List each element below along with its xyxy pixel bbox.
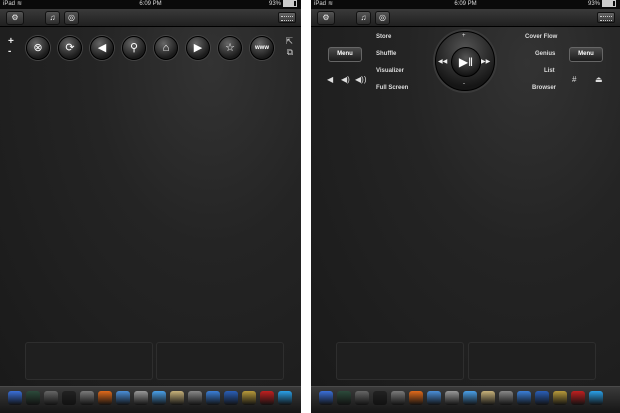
home-icon[interactable]: ⌂: [154, 36, 178, 60]
dock-app-icon[interactable]: [445, 391, 459, 405]
dock-app-icon[interactable]: [517, 391, 531, 405]
volume-up-icon[interactable]: ◀)): [355, 75, 366, 84]
status-bar: iPad ≋ 6:09 PM 93%: [311, 0, 620, 9]
battery-percent: 93%: [268, 1, 281, 8]
refresh-icon[interactable]: ⟳: [58, 36, 82, 60]
keyboard-icon[interactable]: [278, 12, 296, 23]
store-button[interactable]: Store: [376, 34, 391, 40]
dock: [0, 386, 301, 413]
dock-app-icon[interactable]: [337, 391, 351, 405]
right-click-zone[interactable]: [468, 342, 596, 380]
dock-app-icon[interactable]: [80, 391, 94, 405]
dock-app-icon[interactable]: [260, 391, 274, 405]
battery-percent: 93%: [587, 1, 600, 8]
trackpad-area[interactable]: [0, 27, 301, 387]
next-track-icon[interactable]: ▶▶: [481, 58, 490, 65]
dock-app-icon[interactable]: [355, 391, 369, 405]
toolbar: ⚙ ♫ ◎: [0, 9, 301, 27]
genius-button[interactable]: Genius: [535, 51, 555, 57]
dock-app-icon[interactable]: [62, 391, 76, 405]
dock-app-icon[interactable]: [224, 391, 238, 405]
clock: 6:09 PM: [139, 1, 162, 7]
dock: [311, 386, 620, 413]
back-icon[interactable]: ◀: [90, 36, 114, 60]
right-screen: iPad ≋ 6:09 PM 93% ⚙ ♫ ◎ Menu Menu Store…: [311, 0, 620, 413]
dock-app-icon[interactable]: [278, 391, 292, 405]
dock-app-icon[interactable]: [391, 391, 405, 405]
settings-gear-icon[interactable]: ⚙: [317, 11, 335, 25]
dock-app-icon[interactable]: [373, 391, 387, 405]
grid-icon[interactable]: #: [572, 75, 576, 84]
dock-app-icon[interactable]: [571, 391, 585, 405]
battery-icon: [283, 0, 297, 7]
eject-icon[interactable]: ⏏: [595, 75, 603, 84]
mute-icon[interactable]: ◀: [327, 75, 333, 84]
list-button[interactable]: List: [544, 68, 555, 74]
left-screen: iPad ≋ 6:09 PM 93% ⚙ ♫ ◎ + - ⇱ ⧉ ⊗ ⟳ ◀ ⚲ ⌂ ▶ ☆…: [0, 0, 301, 413]
dock-app-icon[interactable]: [188, 391, 202, 405]
dock-app-icon[interactable]: [98, 391, 112, 405]
volume-plus-button[interactable]: +: [462, 33, 466, 39]
dock-app-icon[interactable]: [206, 391, 220, 405]
right-click-zone[interactable]: [156, 342, 284, 380]
toolbar: ⚙ ♫ ◎: [311, 9, 620, 27]
full-screen-button[interactable]: Full Screen: [376, 85, 408, 91]
dock-app-icon[interactable]: [26, 391, 40, 405]
dock-app-icon[interactable]: [319, 391, 333, 405]
clock: 6:09 PM: [454, 1, 477, 7]
star-icon[interactable]: ☆: [218, 36, 242, 60]
dock-app-icon[interactable]: [116, 391, 130, 405]
zoom-out-button[interactable]: -: [8, 46, 11, 57]
dock-app-icon[interactable]: [553, 391, 567, 405]
globe-icon[interactable]: ◎: [375, 11, 390, 25]
windows-icon[interactable]: ⧉: [287, 47, 293, 58]
menu-button-right[interactable]: Menu: [569, 47, 603, 62]
globe-icon[interactable]: ◎: [64, 11, 79, 25]
shuffle-button[interactable]: Shuffle: [376, 51, 396, 57]
cover-flow-button[interactable]: Cover Flow: [525, 34, 557, 40]
music-icon[interactable]: ♫: [356, 11, 371, 25]
visualizer-button[interactable]: Visualizer: [376, 68, 404, 74]
search-icon[interactable]: ⚲: [122, 36, 146, 60]
battery-icon: [602, 0, 616, 7]
dock-app-icon[interactable]: [152, 391, 166, 405]
dock-app-icon[interactable]: [463, 391, 477, 405]
close-icon[interactable]: ⊗: [26, 36, 50, 60]
volume-down-icon[interactable]: ◀): [341, 75, 350, 84]
volume-minus-button[interactable]: -: [463, 81, 465, 87]
dock-app-icon[interactable]: [589, 391, 603, 405]
dock-app-icon[interactable]: [481, 391, 495, 405]
battery-indicator: 93%: [269, 0, 297, 9]
previous-track-icon[interactable]: ◀◀: [438, 58, 447, 65]
forward-icon[interactable]: ▶: [186, 36, 210, 60]
left-click-zone[interactable]: [25, 342, 153, 380]
dock-app-icon[interactable]: [427, 391, 441, 405]
menu-button-left[interactable]: Menu: [328, 47, 362, 62]
dock-app-icon[interactable]: [499, 391, 513, 405]
www-icon[interactable]: www: [250, 36, 274, 60]
dock-app-icon[interactable]: [535, 391, 549, 405]
play-pause-icon[interactable]: ▶‖: [451, 47, 481, 77]
status-bar: iPad ≋ 6:09 PM 93%: [0, 0, 301, 9]
battery-indicator: 93%: [588, 0, 616, 9]
browser-button[interactable]: Browser: [532, 85, 556, 91]
dock-app-icon[interactable]: [8, 391, 22, 405]
dock-app-icon[interactable]: [134, 391, 148, 405]
dock-app-icon[interactable]: [170, 391, 184, 405]
dock-app-icon[interactable]: [44, 391, 58, 405]
new-window-icon[interactable]: ⇱: [285, 36, 293, 47]
dock-app-icon[interactable]: [409, 391, 423, 405]
dock-app-icon[interactable]: [242, 391, 256, 405]
settings-gear-icon[interactable]: ⚙: [6, 11, 24, 25]
music-icon[interactable]: ♫: [45, 11, 60, 25]
keyboard-icon[interactable]: [597, 12, 615, 23]
left-click-zone[interactable]: [336, 342, 464, 380]
playback-wheel[interactable]: + - ◀◀ ▶▶ ▶‖: [435, 31, 495, 91]
